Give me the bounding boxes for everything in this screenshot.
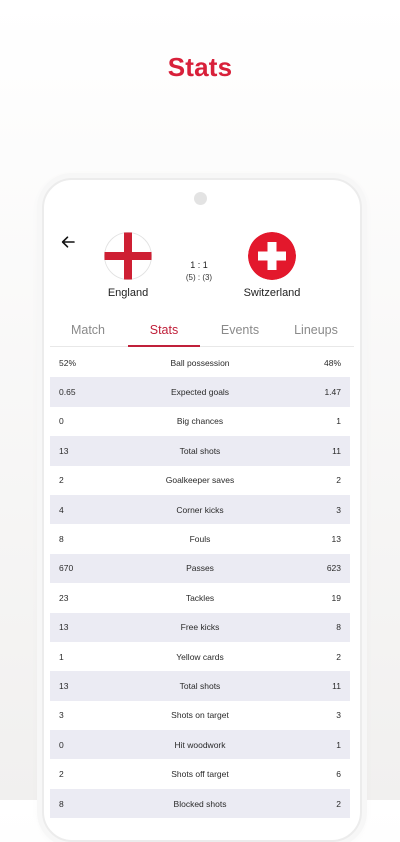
tab-stats[interactable]: Stats: [126, 318, 202, 347]
stat-label: Shots on target: [171, 710, 229, 721]
stat-label: Fouls: [189, 534, 211, 545]
camera-notch: [194, 192, 207, 205]
stat-home-value: 13: [59, 445, 69, 456]
stat-row: 2 Shots off target 6: [50, 759, 350, 788]
stat-row: 3 Shots on target 3: [50, 701, 350, 730]
stat-home-value: 0: [59, 416, 64, 427]
arrow-left-icon: [61, 236, 75, 248]
stat-home-value: 52%: [59, 357, 77, 368]
stat-label: Expected goals: [170, 387, 230, 398]
stat-label: Total shots: [179, 680, 221, 691]
stat-home-value: 1: [59, 651, 64, 662]
stat-away-value: 3: [336, 504, 341, 515]
stat-away-value: 2: [336, 798, 341, 809]
stat-label: Tackles: [185, 592, 215, 603]
stat-away-value: 2: [336, 475, 341, 486]
stat-label: Passes: [186, 563, 214, 574]
stat-row: 670 Passes 623: [50, 553, 350, 584]
stat-row: 13 Free kicks 8: [50, 612, 350, 642]
stat-home-value: 2: [59, 769, 64, 780]
stat-label: Hit woodwork: [174, 739, 226, 750]
away-team-name: Switzerland: [243, 287, 301, 299]
stat-home-value: 8: [59, 534, 64, 545]
stat-away-value: 2: [336, 651, 341, 662]
stat-row: 8 Fouls 13: [50, 524, 350, 553]
tab-events[interactable]: Events: [202, 318, 278, 346]
switzerland-flag-icon: [248, 232, 296, 280]
stat-row: 2 Goalkeeper saves 2: [50, 466, 350, 495]
stat-label: Shots off target: [171, 769, 229, 780]
stat-home-value: 3: [59, 710, 64, 721]
stat-home-value: 13: [59, 622, 69, 633]
tab-bar: Match Stats Events Lineups: [50, 318, 354, 347]
stat-home-value: 4: [59, 504, 64, 515]
stat-away-value: 11: [332, 445, 341, 456]
stat-home-value: 23: [59, 592, 69, 603]
stat-away-value: 1: [336, 739, 341, 750]
stat-home-value: 670: [59, 563, 74, 574]
england-flag-icon: [104, 232, 152, 280]
stat-home-value: 13: [59, 680, 69, 691]
stat-label: Blocked shots: [173, 798, 227, 809]
promo-title: Stats: [167, 52, 233, 82]
home-team[interactable]: England: [78, 232, 178, 299]
stat-label: Big chances: [176, 416, 224, 427]
stat-row: 0 Hit woodwork 1: [50, 730, 350, 760]
stat-label: Total shots: [179, 445, 221, 456]
stat-away-value: 8: [336, 622, 341, 633]
stat-away-value: 19: [331, 592, 341, 603]
stat-away-value: 1.47: [324, 387, 341, 398]
stat-row: 0 Big chances 1: [50, 407, 350, 436]
stat-away-value: 11: [332, 680, 341, 691]
stats-list: 52% Ball possession 48% 0.65 Expected goals 1…: [50, 348, 350, 819]
stat-label: Ball possession: [170, 357, 230, 368]
stat-row: 52% Ball possession 48%: [50, 348, 350, 377]
stat-row: 8 Blocked shots 2: [50, 788, 350, 819]
stat-away-value: 13: [331, 534, 341, 545]
stat-row: 23 Tackles 19: [50, 583, 350, 612]
tab-match[interactable]: Match: [50, 318, 126, 346]
stat-row: 1 Yellow cards 2: [50, 642, 350, 671]
stat-row: 4 Corner kicks 3: [50, 494, 350, 525]
stat-home-value: 0: [59, 739, 64, 750]
back-button[interactable]: [58, 232, 78, 252]
stat-label: Free kicks: [180, 622, 220, 633]
stat-away-value: 1: [336, 416, 341, 427]
stat-away-value: 623: [326, 563, 341, 574]
home-team-name: England: [107, 287, 149, 299]
stat-away-value: 48%: [323, 357, 341, 368]
stat-away-value: 6: [336, 769, 341, 780]
stat-home-value: 8: [59, 798, 64, 809]
away-team[interactable]: Switzerland: [222, 232, 322, 299]
stat-label: Yellow cards: [176, 651, 224, 662]
stat-label: Goalkeeper saves: [165, 475, 235, 486]
stat-away-value: 3: [336, 710, 341, 721]
stat-home-value: 0.65: [59, 387, 76, 398]
phone-frame: England 1 : 1 (5) : (3) Switzerland Matc…: [42, 178, 362, 842]
stat-row: 13 Total shots 11: [50, 436, 350, 466]
tab-lineups[interactable]: Lineups: [278, 318, 354, 346]
stat-label: Corner kicks: [176, 504, 224, 515]
stat-row: 13 Total shots 11: [50, 671, 350, 701]
stat-home-value: 2: [59, 475, 64, 486]
stat-row: 0.65 Expected goals 1.47: [50, 377, 350, 407]
